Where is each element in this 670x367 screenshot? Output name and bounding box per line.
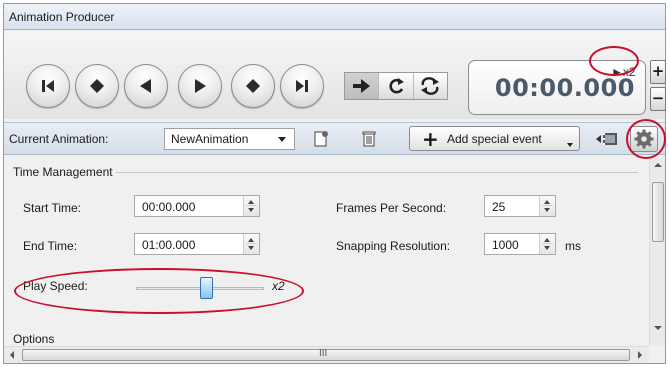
gear-icon bbox=[634, 129, 654, 149]
transport-toolbar: ►x2 00:00.000 + − bbox=[4, 31, 666, 119]
play-mode-group bbox=[344, 72, 448, 100]
film-strip-icon[interactable] bbox=[594, 130, 620, 148]
scroll-grip: III bbox=[319, 348, 328, 359]
vertical-scrollbar[interactable] bbox=[649, 156, 665, 346]
snapping-unit: ms bbox=[565, 239, 581, 253]
start-time-field[interactable]: 00:00.000 bbox=[134, 195, 260, 217]
play-once-icon bbox=[352, 79, 370, 93]
go-to-end-button[interactable] bbox=[280, 64, 324, 108]
trash-icon[interactable] bbox=[359, 129, 379, 149]
ping-pong-icon bbox=[421, 77, 440, 95]
start-time-stepper[interactable] bbox=[243, 196, 259, 216]
previous-keyframe-button[interactable] bbox=[75, 64, 119, 108]
snapping-resolution-stepper[interactable] bbox=[539, 234, 555, 254]
zoom-out-button[interactable]: − bbox=[650, 87, 666, 111]
horizontal-scroll-thumb[interactable]: III bbox=[22, 348, 630, 361]
end-time-label: End Time: bbox=[23, 239, 78, 253]
chevron-down-icon bbox=[278, 137, 286, 142]
zoom-in-button[interactable]: + bbox=[650, 60, 666, 84]
loop-mode[interactable] bbox=[379, 73, 414, 99]
snapping-resolution-field[interactable]: 1000 bbox=[484, 233, 556, 255]
current-time: 00:00.000 bbox=[494, 74, 635, 102]
settings-button[interactable] bbox=[630, 126, 658, 152]
current-animation-label: Current Animation: bbox=[9, 132, 109, 146]
fps-field[interactable]: 25 bbox=[484, 195, 556, 217]
fps-label: Frames Per Second: bbox=[336, 201, 447, 215]
skip-to-end-icon bbox=[296, 80, 308, 92]
snapping-resolution-value: 1000 bbox=[492, 238, 519, 252]
play-speed-label: Play Speed: bbox=[23, 279, 88, 293]
add-special-event-button[interactable]: + Add special event bbox=[409, 126, 580, 151]
snapping-resolution-label: Snapping Resolution: bbox=[336, 239, 451, 253]
play-backward-button[interactable] bbox=[124, 64, 168, 108]
go-to-start-button[interactable] bbox=[26, 64, 70, 108]
loop-icon bbox=[389, 78, 404, 94]
settings-panel: Time Management Start Time: 00:00.000 En… bbox=[4, 156, 649, 346]
window-title-bar[interactable]: Animation Producer bbox=[4, 4, 665, 30]
next-keyframe-button[interactable] bbox=[231, 64, 275, 108]
play-once-mode[interactable] bbox=[345, 73, 380, 99]
start-time-value: 00:00.000 bbox=[142, 200, 196, 214]
animation-select[interactable]: NewAnimation bbox=[164, 128, 295, 150]
animation-bar: Current Animation: NewAnimation + Add sp… bbox=[4, 122, 665, 155]
start-time-label: Start Time: bbox=[23, 201, 82, 215]
add-special-event-label: Add special event bbox=[447, 132, 542, 146]
time-management-title: Time Management bbox=[10, 165, 116, 179]
play-speed-value: x2 bbox=[272, 279, 285, 293]
end-time-value: 01:00.000 bbox=[142, 238, 196, 252]
end-time-stepper[interactable] bbox=[243, 234, 259, 254]
time-display: ►x2 00:00.000 bbox=[468, 60, 646, 115]
next-keyframe-icon bbox=[246, 79, 260, 93]
end-time-field[interactable]: 01:00.000 bbox=[134, 233, 260, 255]
new-animation-icon[interactable] bbox=[311, 129, 331, 149]
skip-to-start-icon bbox=[42, 80, 54, 92]
horizontal-scrollbar[interactable]: III bbox=[4, 346, 649, 363]
fps-stepper[interactable] bbox=[539, 196, 555, 216]
scroll-up-icon[interactable] bbox=[654, 163, 662, 167]
scroll-left-icon[interactable] bbox=[10, 351, 14, 359]
options-title: Options bbox=[10, 332, 58, 346]
previous-keyframe-icon bbox=[90, 79, 104, 93]
vertical-scroll-thumb[interactable] bbox=[652, 182, 664, 242]
animation-select-value: NewAnimation bbox=[171, 132, 249, 146]
plus-icon: + bbox=[422, 127, 439, 151]
play-forward-button[interactable] bbox=[178, 64, 222, 108]
window-title: Animation Producer bbox=[9, 10, 115, 24]
scroll-right-icon[interactable] bbox=[638, 351, 642, 359]
play-forward-icon bbox=[195, 79, 206, 93]
play-speed-slider[interactable] bbox=[200, 277, 213, 299]
animation-producer-window: Animation Producer ►x2 00:00.000 + − Cur… bbox=[3, 3, 666, 364]
ping-pong-mode[interactable] bbox=[414, 73, 447, 99]
chevron-down-icon bbox=[567, 143, 573, 147]
play-backward-icon bbox=[140, 79, 151, 93]
scroll-down-icon[interactable] bbox=[654, 326, 662, 330]
fps-value: 25 bbox=[492, 200, 506, 214]
